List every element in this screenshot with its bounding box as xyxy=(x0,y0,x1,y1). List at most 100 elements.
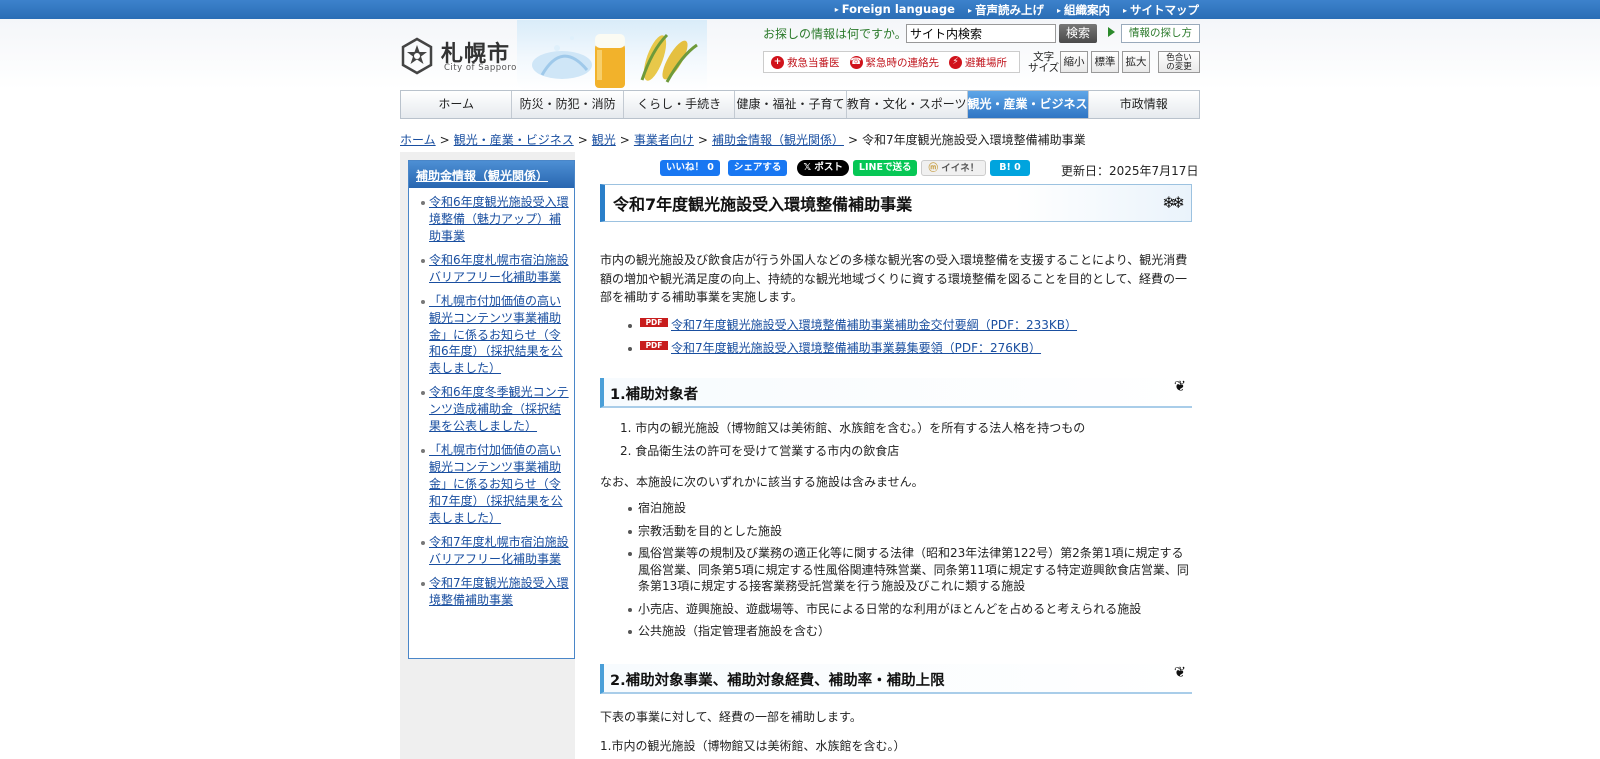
x-post-button[interactable]: 𝕏 ポスト xyxy=(797,160,849,176)
breadcrumb-separator: > xyxy=(577,133,588,147)
sidebar-item-link[interactable]: 令和6年度観光施設受入環境整備（魅力アップ）補助事業 xyxy=(429,195,569,243)
sidebar-heading-link[interactable]: 補助金情報（観光関係） xyxy=(416,169,548,183)
excluded-list: 宿泊施設 宗教活動を目的とした施設 風俗営業等の規制及び業務の適正化等に関する法… xyxy=(628,500,1190,646)
site-logo[interactable]: 札幌市 City of Sapporo xyxy=(400,36,518,76)
breadcrumb-tourism-business[interactable]: 観光・産業・ビジネス xyxy=(454,133,574,147)
list-item: 宿泊施設 xyxy=(628,500,1190,517)
leaf-ornament-icon: ❦ xyxy=(1173,665,1186,681)
nav-living[interactable]: くらし・手続き xyxy=(624,91,736,118)
facebook-like-button[interactable]: いいね！ 0 xyxy=(660,160,720,176)
sidebar-item: 「札幌市付加価値の高い観光コンテンツ事業補助金」に係るお知らせ（令和6年度）（採… xyxy=(421,293,571,377)
global-nav: ホーム 防災・防犯・消防 くらし・手続き 健康・福祉・子育て 教育・文化・スポー… xyxy=(400,90,1200,119)
hatena-bookmark-button[interactable]: B! 0 xyxy=(990,160,1030,176)
nav-city-info[interactable]: 市政情報 xyxy=(1089,91,1199,118)
pdf-icon: PDF xyxy=(640,317,668,327)
section2-intro: 下表の事業に対して、経費の一部を補助します。 xyxy=(600,710,862,724)
pdf-list: PDF 令和7年度観光施設受入環境整備補助事業補助金交付要綱（PDF：233KB）… xyxy=(627,317,1077,363)
sidebar-item-link[interactable]: 令和6年度札幌市宿泊施設バリアフリー化補助事業 xyxy=(429,253,569,284)
top-utility-bar: Foreign language 音声読み上げ 組織案内 サイトマップ xyxy=(0,0,1600,19)
nav-home[interactable]: ホーム xyxy=(401,91,513,118)
nav-education-culture[interactable]: 教育・文化・スポーツ xyxy=(847,91,968,118)
font-enlarge-button[interactable]: 拡大 xyxy=(1122,51,1150,73)
emergency-contact-link[interactable]: ☎ 緊急時の連絡先 xyxy=(849,55,939,70)
sidebar-item-link[interactable]: 「札幌市付加価値の高い観光コンテンツ事業補助金」に係るお知らせ（令和7年度）（採… xyxy=(429,443,563,524)
emergency-doctor-label: 救急当番医 xyxy=(787,56,840,69)
nav-disaster-prevention[interactable]: 防災・防犯・消防 xyxy=(512,91,624,118)
list-item: 1. 市内の観光施設（博物館又は美術館、水族館を含む。）を所有する法人格を持つも… xyxy=(620,421,1086,435)
pdf-icon: PDF xyxy=(640,340,668,350)
leaf-ornament-icon: ❦ xyxy=(1173,379,1186,395)
pdf-link[interactable]: 令和7年度観光施設受入環境整備補助事業補助金交付要綱（PDF：233KB） xyxy=(671,317,1077,333)
line-share-button[interactable]: LINEで送る xyxy=(852,160,918,176)
page-title: 令和7年度観光施設受入環境整備補助事業 xyxy=(613,195,913,214)
list-item: 2. 食品衛生法の許可を受けて営業する市内の飲食店 xyxy=(620,443,900,458)
breadcrumb-separator: > xyxy=(697,133,708,147)
page-title-box: 令和7年度観光施設受入環境整備補助事業 ❄❄ xyxy=(600,184,1192,222)
site-search-input[interactable] xyxy=(906,24,1056,43)
sidebar-item: 令和6年度冬季観光コンテンツ造成補助金（採択結果を公表しました） xyxy=(421,384,571,434)
section-heading: 1.補助対象者 ❦ xyxy=(600,378,1192,408)
social-buttons: いいね！ 0 シェアする 𝕏 ポスト LINEで送る ⓜ イイネ！ B! 0 xyxy=(660,160,1030,176)
foreign-language-link[interactable]: Foreign language xyxy=(835,2,955,18)
sidebar-item-link[interactable]: 令和7年度観光施設受入環境整備補助事業 xyxy=(429,576,569,607)
info-guide-button[interactable]: 情報の探し方 xyxy=(1121,24,1200,43)
section-heading: 2.補助対象事業、補助対象経費、補助率・補助上限 ❦ xyxy=(600,664,1192,694)
sidebar-item: 令和7年度札幌市宿泊施設バリアフリー化補助事業 xyxy=(421,534,571,568)
logo-english-text: City of Sapporo xyxy=(444,63,517,73)
shelter-icon: ⚡ xyxy=(949,55,962,69)
search-prompt-label: お探しの情報は何ですか。 xyxy=(763,27,907,41)
sidebar-item-link[interactable]: 「札幌市付加価値の高い観光コンテンツ事業補助金」に係るお知らせ（令和6年度）（採… xyxy=(429,294,563,375)
nav-tourism-business[interactable]: 観光・産業・ビジネス xyxy=(967,91,1089,118)
medical-icon: + xyxy=(771,55,784,69)
sidebar-item-link[interactable]: 令和6年度冬季観光コンテンツ造成補助金（採択結果を公表しました） xyxy=(429,385,569,433)
list-item: 小売店、遊興施設、遊戯場等、市民による日常的な利用がほとんどを占めると考えられる… xyxy=(628,601,1190,618)
color-change-bottom: の変更 xyxy=(1166,62,1192,72)
mixi-icon: ⓜ xyxy=(928,163,942,174)
eligible-list: 1. 市内の観光施設（博物館又は美術館、水族館を含む。）を所有する法人格を持つも… xyxy=(620,420,1085,465)
list-item: 宗教活動を目的とした施設 xyxy=(628,523,1190,540)
list-item: 風俗営業等の規制及び業務の適正化等に関する法律（昭和23年法律第122号）第2条… xyxy=(628,546,1189,593)
breadcrumb-separator: > xyxy=(847,133,859,147)
sitemap-link[interactable]: サイトマップ xyxy=(1123,2,1199,18)
exclusion-note: なお、本施設に次のいずれかに該当する施設は含みません。 xyxy=(600,475,924,489)
list-item: 公共施設（指定管理者施設を含む） xyxy=(628,623,1190,640)
pdf-link[interactable]: 令和7年度観光施設受入環境整備補助事業募集要領（PDF：276KB） xyxy=(671,340,1041,356)
pdf-list-item: PDF 令和7年度観光施設受入環境整備補助事業補助金交付要綱（PDF：233KB） xyxy=(627,317,1077,333)
sidebar-item-link[interactable]: 令和7年度札幌市宿泊施設バリアフリー化補助事業 xyxy=(429,535,569,566)
emergency-doctor-link[interactable]: + 救急当番医 xyxy=(771,55,840,70)
section-heading-text: 2.補助対象事業、補助対象経費、補助率・補助上限 xyxy=(610,673,945,689)
intro-paragraph: 市内の観光施設及び飲食店が行う外国人などの多様な観光客の受入環境整備を支援するこ… xyxy=(600,253,1188,304)
nav-health-welfare[interactable]: 健康・福祉・子育て xyxy=(735,91,847,118)
evacuation-link[interactable]: ⚡ 避難場所 xyxy=(949,55,1007,70)
sidebar-item: 「札幌市付加価値の高い観光コンテンツ事業補助金」に係るお知らせ（令和7年度）（採… xyxy=(421,442,571,526)
breadcrumb-home[interactable]: ホーム xyxy=(400,133,436,147)
section2-subheading: 1.市内の観光施設（博物館又は美術館、水族館を含む。） xyxy=(600,739,906,753)
font-standard-button[interactable]: 標準 xyxy=(1091,51,1119,73)
facebook-share-button[interactable]: シェアする xyxy=(727,160,788,176)
header-hero-image xyxy=(517,20,707,90)
breadcrumb-separator: > xyxy=(439,133,450,147)
breadcrumb-current: 令和7年度観光施設受入環境整備補助事業 xyxy=(862,133,1086,147)
breadcrumb-tourism[interactable]: 観光 xyxy=(592,133,616,147)
sidebar-heading: 補助金情報（観光関係） xyxy=(409,161,574,188)
city-emblem-icon xyxy=(401,37,433,75)
play-arrow-icon xyxy=(1108,27,1115,37)
organization-link[interactable]: 組織案内 xyxy=(1057,2,1110,18)
sidebar-item: 令和6年度観光施設受入環境整備（魅力アップ）補助事業 xyxy=(421,194,571,244)
breadcrumb-subsidy-info[interactable]: 補助金情報（観光関係） xyxy=(712,133,844,147)
sidebar-list: 令和6年度観光施設受入環境整備（魅力アップ）補助事業 令和6年度札幌市宿泊施設バ… xyxy=(421,194,571,616)
font-shrink-button[interactable]: 縮小 xyxy=(1060,51,1088,73)
voice-reading-link[interactable]: 音声読み上げ xyxy=(968,2,1044,18)
x-post-label: ポスト xyxy=(814,162,843,173)
color-change-button[interactable]: 色合い の変更 xyxy=(1158,51,1200,73)
mixi-label: イイネ！ xyxy=(941,163,980,174)
mixi-button[interactable]: ⓜ イイネ！ xyxy=(921,160,987,176)
section-heading-text: 1.補助対象者 xyxy=(610,387,699,403)
utility-links: Foreign language 音声読み上げ 組織案内 サイトマップ xyxy=(835,2,1199,18)
sidebar-item: 令和7年度観光施設受入環境整備補助事業 xyxy=(421,575,571,609)
sidebar-nav: 補助金情報（観光関係） 令和6年度観光施設受入環境整備（魅力アップ）補助事業 令… xyxy=(408,160,575,659)
breadcrumb-business[interactable]: 事業者向け xyxy=(634,133,694,147)
pdf-list-item: PDF 令和7年度観光施設受入環境整備補助事業募集要領（PDF：276KB） xyxy=(627,340,1077,356)
search-button[interactable]: 検索 xyxy=(1059,24,1097,43)
emergency-links: + 救急当番医 ☎ 緊急時の連絡先 ⚡ 避難場所 xyxy=(763,51,1020,73)
